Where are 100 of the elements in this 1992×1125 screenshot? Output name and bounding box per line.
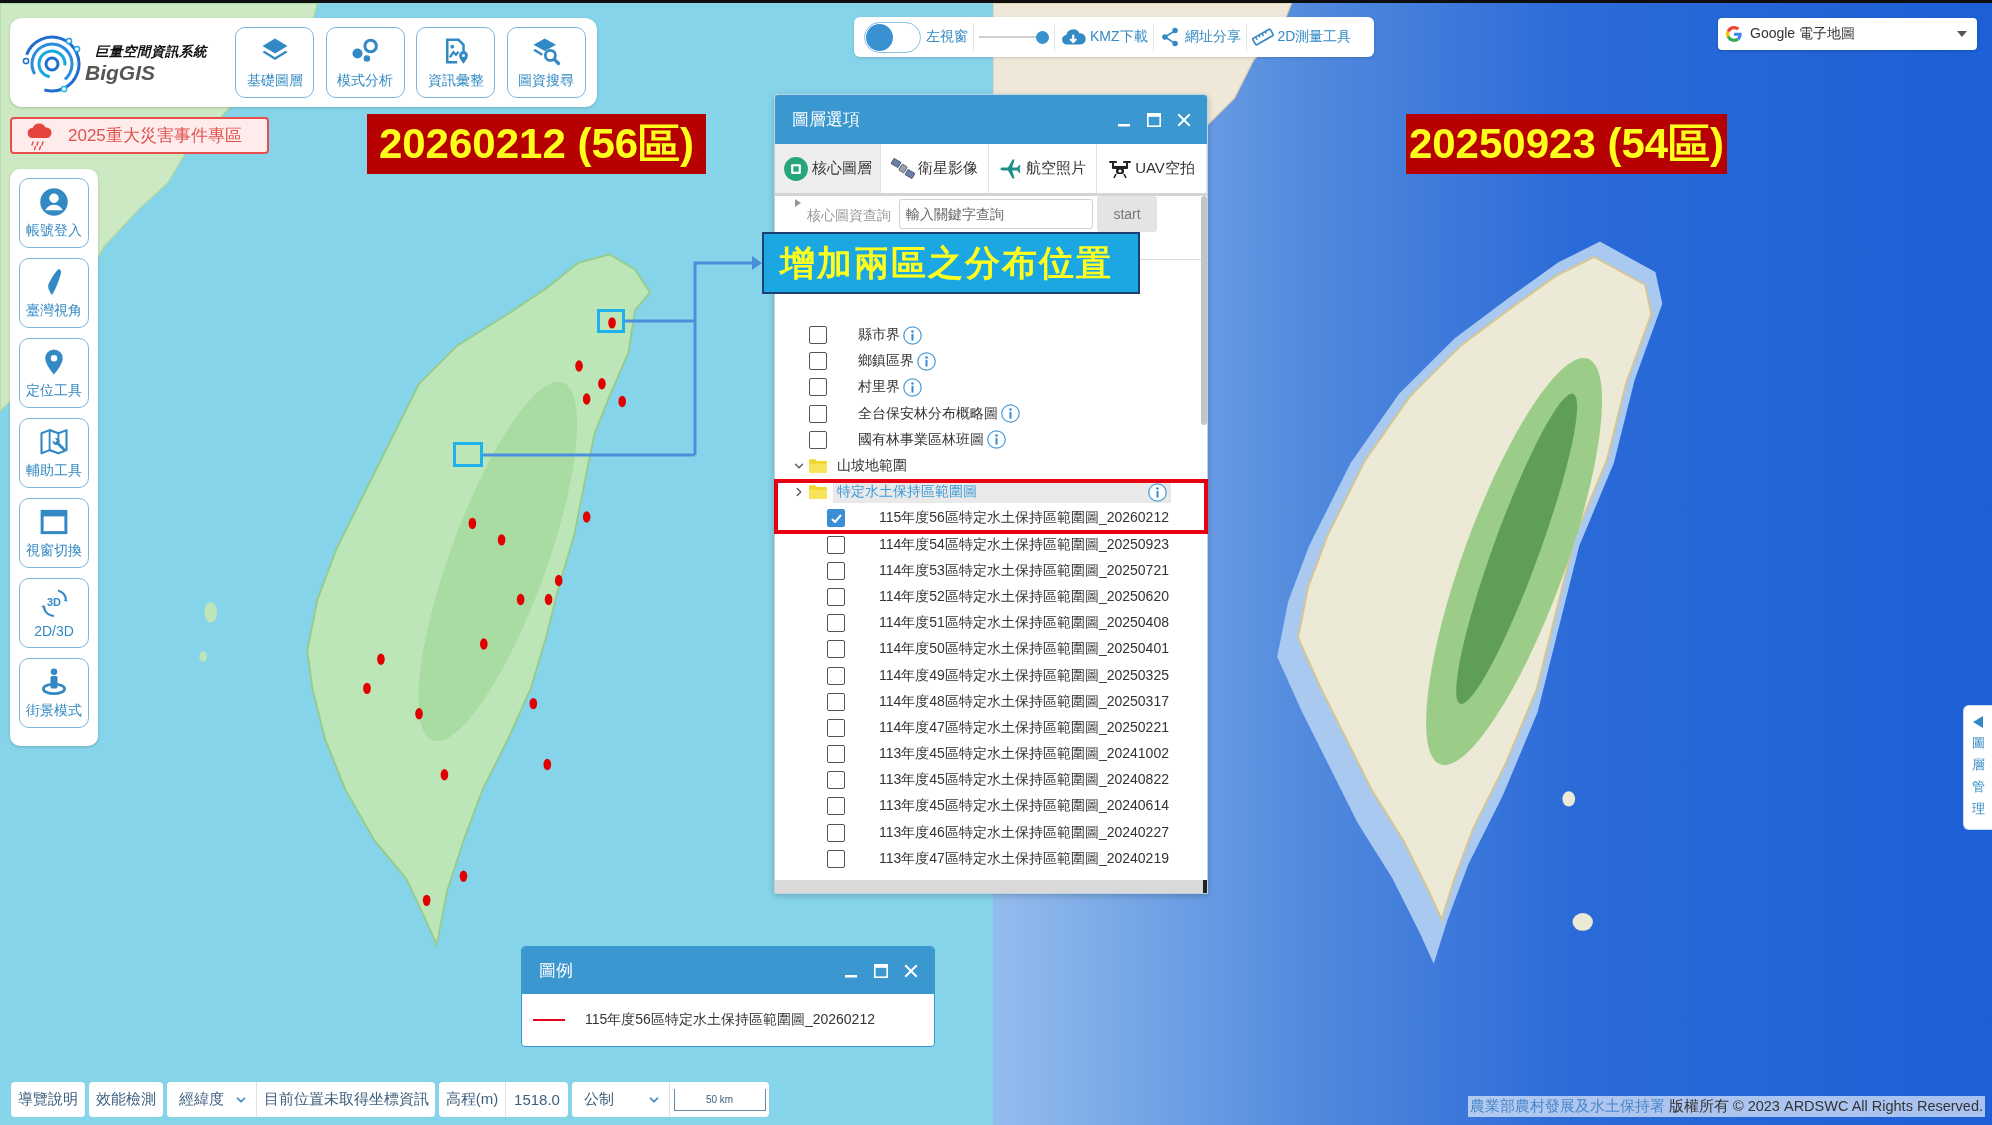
- layer-label: 114年度54區特定水土保持區範圍圖_20250923: [878, 534, 1170, 554]
- search-label: 核心圖資查詢: [807, 207, 892, 225]
- toolbar-button[interactable]: 圖資搜尋: [506, 27, 586, 98]
- checkbox[interactable]: [809, 352, 827, 371]
- info-icon[interactable]: [917, 351, 936, 371]
- checkbox[interactable]: [809, 430, 827, 449]
- layer-label: 113年度47區特定水土保持區範圍圖_20240219: [878, 848, 1170, 868]
- elevation-label: 高程(m): [444, 1089, 500, 1109]
- guide-button[interactable]: 導覽說明: [11, 1082, 85, 1117]
- scale-bar: 50 km: [673, 1088, 766, 1111]
- checkbox[interactable]: [827, 587, 845, 606]
- satellite-icon: [891, 156, 915, 181]
- sidebar-button[interactable]: 街景模式: [19, 658, 89, 728]
- toolbar-button[interactable]: 網址分享: [1158, 26, 1241, 48]
- info-icon[interactable]: [987, 430, 1006, 450]
- position-text: 目前位置未取得坐標資訊: [256, 1082, 435, 1117]
- checkbox[interactable]: [827, 692, 845, 711]
- caret-right-icon: [795, 199, 801, 207]
- info-icon[interactable]: [903, 325, 922, 345]
- layer-label: 國有林事業區林班圖: [857, 429, 985, 449]
- checkbox[interactable]: [809, 378, 827, 397]
- core-layer-icon: [783, 155, 809, 182]
- toolbar-button[interactable]: 基礎圖層: [235, 27, 314, 98]
- sidebar-button[interactable]: 輔助工具: [19, 418, 89, 488]
- caret-left-icon: [1973, 716, 1983, 728]
- layer-label: 鄉鎮區界: [857, 351, 915, 371]
- start-button[interactable]: start: [1097, 196, 1157, 232]
- callout-label: 增加兩區之分布位置: [762, 232, 1140, 294]
- toolbar-button[interactable]: 資訊彙整: [416, 27, 495, 98]
- layer-label: 114年度48區特定水土保持區範圍圖_20250317: [878, 691, 1170, 711]
- search-field[interactable]: 輸入關鍵字查詢: [899, 199, 1093, 229]
- checkbox[interactable]: [827, 849, 845, 868]
- maximize-button[interactable]: [872, 961, 890, 980]
- island-drawing: [204, 602, 218, 623]
- close-icon: [1177, 112, 1191, 127]
- toggle-switch[interactable]: [864, 21, 921, 53]
- checkbox[interactable]: [827, 535, 845, 554]
- checkbox[interactable]: [827, 666, 845, 685]
- highlight-box: [453, 442, 483, 467]
- minimize-icon: [1118, 124, 1130, 127]
- layer-label: 114年度52區特定水土保持區範圍圖_20250620: [878, 586, 1170, 606]
- checkbox[interactable]: [827, 561, 845, 580]
- sidebar-button[interactable]: 視窗切換: [19, 498, 89, 568]
- brand-name: BigGIS: [85, 60, 155, 85]
- performance-button[interactable]: 效能檢測: [89, 1082, 163, 1117]
- checkbox[interactable]: [827, 614, 845, 633]
- info-icon[interactable]: [1001, 404, 1020, 424]
- agency-link[interactable]: 農業部農村發展及水土保持署: [1469, 1098, 1665, 1114]
- folder-icon: [809, 485, 827, 500]
- checkbox[interactable]: [827, 771, 845, 790]
- checkbox[interactable]: [827, 745, 845, 764]
- highlight-box: [597, 309, 625, 333]
- layer-label: 115年度56區特定水土保持區範圍圖_20260212: [878, 508, 1170, 528]
- layer-label: 114年度53區特定水土保持區範圍圖_20250721: [878, 560, 1170, 580]
- folder-item[interactable]: 特定水土保持區範圍圖: [833, 481, 1171, 504]
- user-icon: [39, 186, 69, 217]
- slider-thumb[interactable]: [1036, 30, 1049, 44]
- checkbox[interactable]: [827, 509, 845, 528]
- sidebar-button[interactable]: 3D 2D/3D: [19, 578, 89, 648]
- panel-title: 圖例: [539, 960, 574, 982]
- maximize-icon: [874, 963, 888, 978]
- layer-label: 縣市界: [857, 325, 901, 345]
- toolbar-button[interactable]: 2D測量工具: [1251, 26, 1352, 48]
- scrollbar[interactable]: [1201, 196, 1207, 425]
- sidebar-button[interactable]: 定位工具: [19, 338, 89, 408]
- banner-label: 2025重大災害事件專區: [68, 125, 242, 147]
- layer-label: 113年度45區特定水土保持區範圍圖_20240822: [878, 770, 1170, 790]
- sidebar-button[interactable]: 帳號登入: [19, 178, 89, 248]
- date-label: 20250923 (54區): [1406, 114, 1727, 174]
- tab[interactable]: 核心圖層: [775, 144, 881, 193]
- folder-item[interactable]: 山坡地範圍: [833, 455, 1171, 478]
- copyright-notice: 農業部農村發展及水土保持署 版權所有 © 2023 ARDSWC All Rights Reserved.: [1467, 1096, 1985, 1117]
- island-drawing: [1572, 913, 1593, 931]
- checkbox[interactable]: [809, 404, 827, 423]
- checkbox[interactable]: [827, 718, 845, 737]
- checkbox[interactable]: [827, 823, 845, 842]
- sidebar-button[interactable]: 臺灣視角: [19, 258, 89, 328]
- maximize-button[interactable]: [1145, 110, 1163, 129]
- basemap-select[interactable]: Google 電子地圖: [1718, 18, 1977, 50]
- check-icon: [830, 513, 842, 523]
- info-icon[interactable]: [1148, 482, 1167, 502]
- checkbox[interactable]: [809, 326, 827, 345]
- ruler-icon: [1251, 26, 1274, 48]
- toolbar-button[interactable]: KMZ下載: [1060, 24, 1148, 50]
- system-name: 巨量空間資訊系統: [95, 42, 207, 61]
- island-drawing: [1562, 791, 1576, 807]
- layer-label: 113年度46區特定水土保持區範圍圖_20240227: [878, 822, 1170, 842]
- toggle-label: 左視窗: [926, 28, 968, 46]
- scrollbar[interactable]: [775, 880, 1207, 893]
- checkbox[interactable]: [827, 640, 845, 659]
- island-drawing: [199, 651, 207, 662]
- layer-label: 全台保安林分布概略圖: [857, 403, 999, 423]
- date-label: 20260212 (56區): [367, 114, 706, 174]
- info-icon[interactable]: [903, 377, 922, 397]
- layer-label: 113年度45區特定水土保持區範圍圖_20240614: [878, 796, 1170, 816]
- toolbar-button[interactable]: 模式分析: [325, 27, 405, 98]
- layer-manager-tab[interactable]: 圖層管理: [1963, 705, 1992, 830]
- checkbox[interactable]: [827, 797, 845, 816]
- layer-label: 114年度47區特定水土保持區範圍圖_20250221: [878, 717, 1170, 737]
- event-banner[interactable]: 2025重大災害事件專區: [10, 117, 269, 154]
